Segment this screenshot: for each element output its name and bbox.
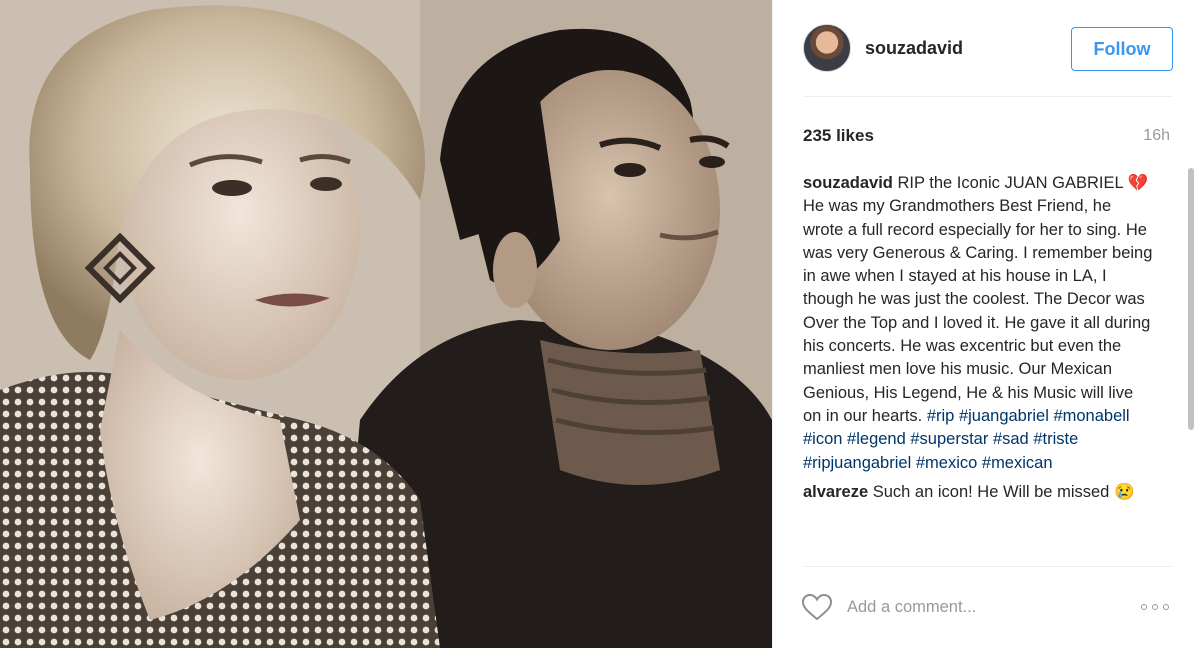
author-username[interactable]: souzadavid — [865, 38, 963, 59]
hashtag-link[interactable]: #mexico — [916, 454, 977, 472]
header-divider — [803, 96, 1173, 97]
commenter-username[interactable]: alvareze — [803, 483, 868, 501]
hashtag-link[interactable]: #juangabriel — [959, 407, 1049, 425]
more-options-icon[interactable] — [1141, 600, 1175, 614]
heart-outline-icon[interactable] — [801, 593, 833, 621]
dot — [1141, 604, 1147, 610]
caption-comment: souzadavid RIP the Iconic JUAN GABRIEL 💔… — [803, 172, 1153, 475]
likes-count[interactable]: 235 likes — [803, 126, 874, 146]
post-header: souzadavid Follow — [773, 0, 1200, 96]
hashtag-link[interactable]: #legend — [847, 430, 906, 448]
hashtag-link[interactable]: #superstar — [910, 430, 988, 448]
hashtag-link[interactable]: #monabell — [1053, 407, 1129, 425]
add-comment-input[interactable] — [847, 592, 1117, 622]
footer-divider — [803, 566, 1173, 567]
post-sidebar: souzadavid Follow 235 likes 16h souzadav… — [772, 0, 1200, 648]
hashtag-link[interactable]: #mexican — [982, 454, 1053, 472]
broken-heart-emoji: 💔 — [1127, 174, 1149, 192]
hashtag-link[interactable]: #triste — [1033, 430, 1078, 448]
comment-item: alvareze Such an icon! He Will be missed… — [803, 481, 1153, 504]
post-timestamp[interactable]: 16h — [1143, 127, 1170, 145]
crying-face-emoji: 😢 — [1113, 482, 1135, 501]
dot — [1163, 604, 1169, 610]
hashtag-link[interactable]: #ripjuangabriel — [803, 454, 911, 472]
caption-text-continued: He was my Grandmothers Best Friend, he w… — [803, 197, 1153, 425]
comments-scrollbar-thumb[interactable] — [1188, 168, 1194, 430]
caption-username[interactable]: souzadavid — [803, 174, 893, 192]
dot — [1152, 604, 1158, 610]
hashtag-link[interactable]: #rip — [927, 407, 955, 425]
photo-illustration — [0, 0, 772, 648]
comments-list: souzadavid RIP the Iconic JUAN GABRIEL 💔… — [803, 172, 1153, 564]
avatar[interactable] — [803, 24, 851, 72]
post-photo — [0, 0, 772, 648]
comment-text: Such an icon! He Will be missed — [872, 482, 1110, 501]
caption-text: RIP the Iconic JUAN GABRIEL — [897, 174, 1124, 192]
hashtag-link[interactable]: #sad — [993, 430, 1029, 448]
follow-button[interactable]: Follow — [1071, 27, 1173, 71]
hashtag-link[interactable]: #icon — [803, 430, 842, 448]
